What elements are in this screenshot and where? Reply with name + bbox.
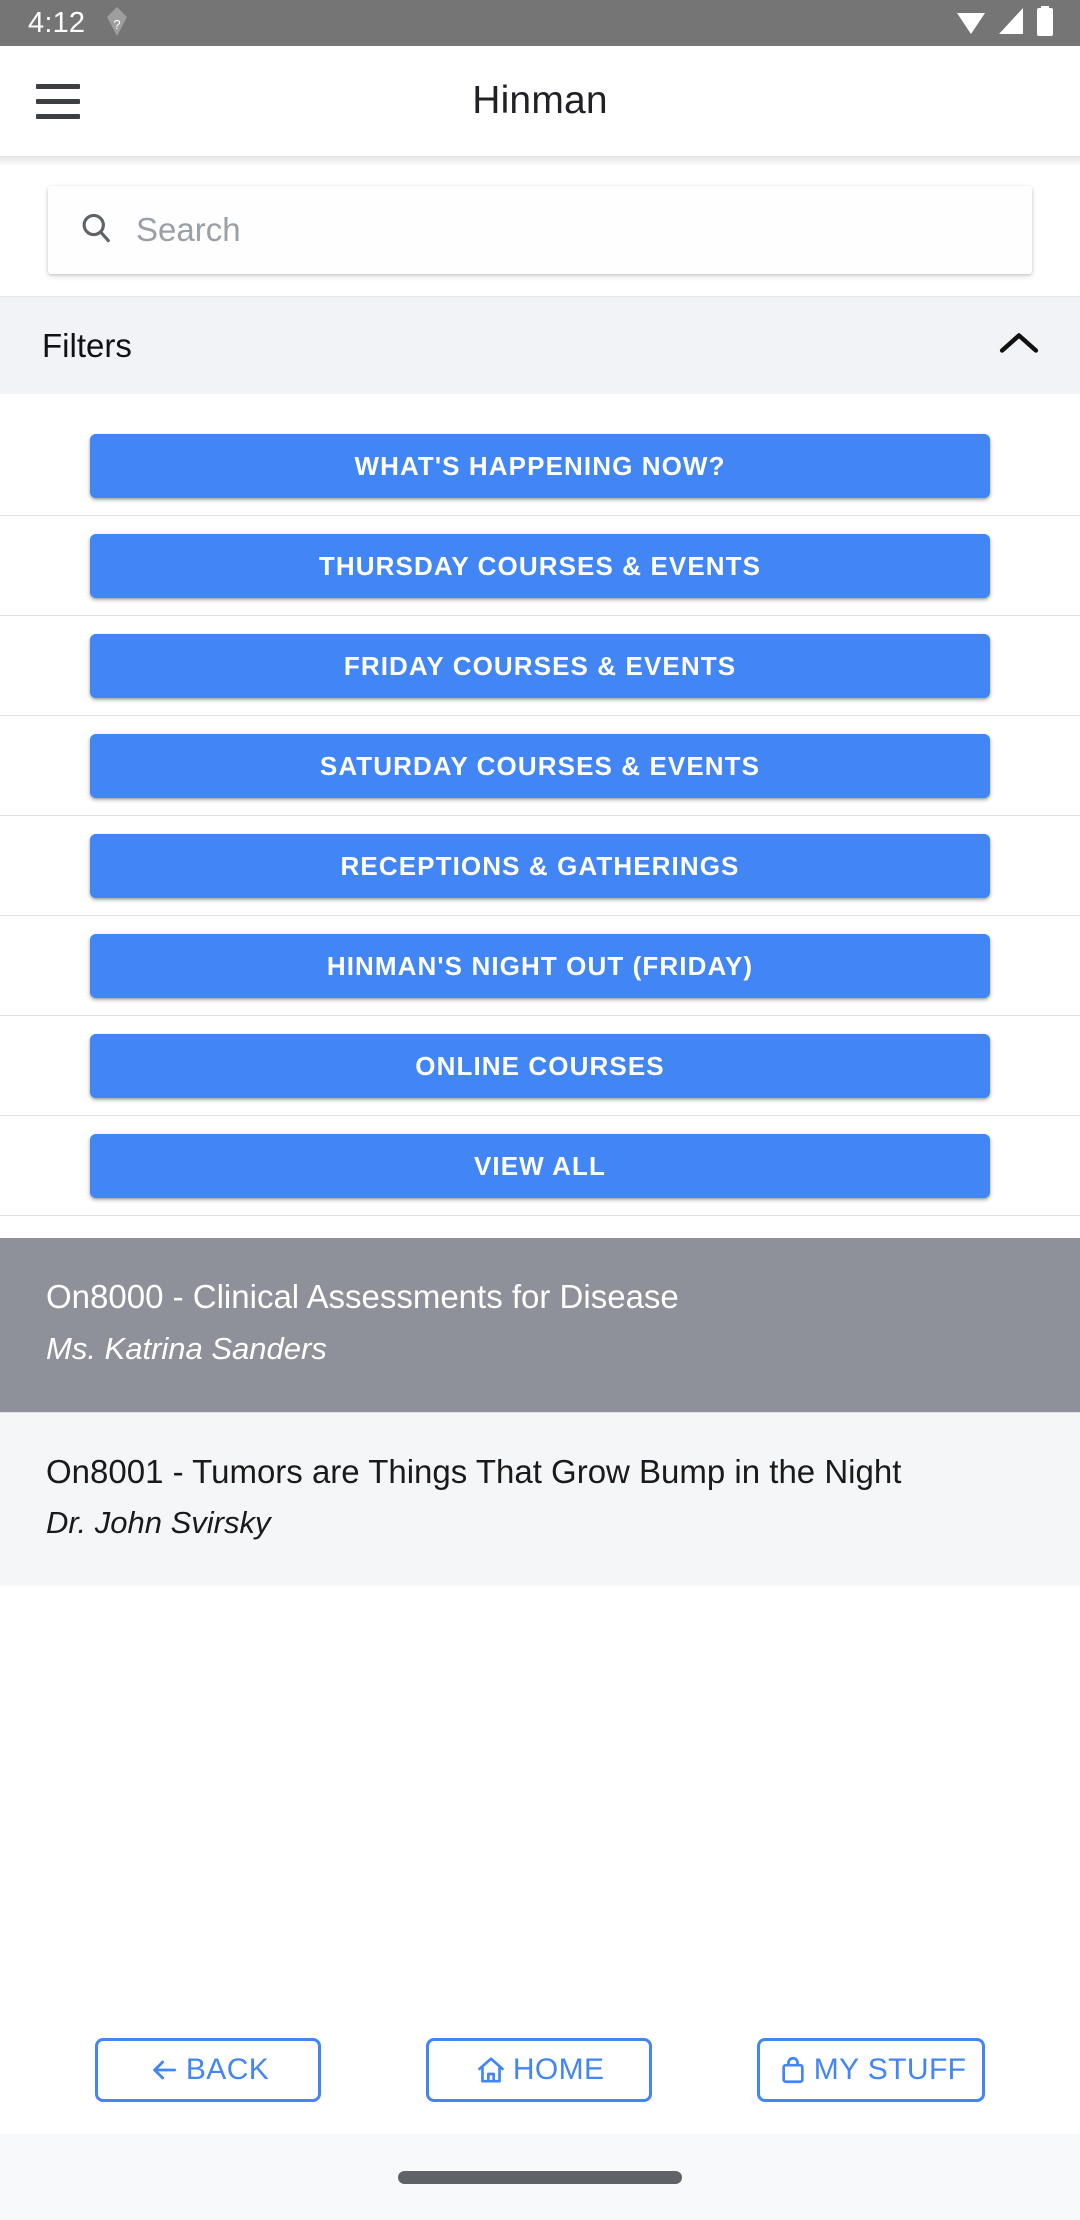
result-list: On8000 - Clinical Assessments for Diseas… [0, 1238, 1080, 1587]
filter-button-whats-happening-now[interactable]: What's Happening Now? [90, 434, 990, 498]
result-presenter: Ms. Katrina Sanders [46, 1330, 327, 1366]
result-title: On8000 - Clinical Assessments for Diseas… [46, 1278, 679, 1315]
filter-button-online-courses[interactable]: Online Courses [90, 1034, 990, 1098]
back-button[interactable]: BACK [94, 2038, 321, 2102]
system-gesture-area [0, 2134, 1080, 2220]
filter-button-list: What's Happening Now? Thursday Courses &… [0, 394, 1080, 1216]
arrow-left-icon [146, 2054, 182, 2086]
search-card[interactable] [48, 186, 1032, 274]
filter-row: Online Courses [0, 1015, 1080, 1115]
filter-row: What's Happening Now? [0, 416, 1080, 515]
status-bar: 4:12 ? [0, 0, 1080, 46]
filter-row: Saturday Courses & Events [0, 715, 1080, 815]
search-input[interactable] [136, 211, 1002, 249]
filter-row: Friday Courses & Events [0, 615, 1080, 715]
filter-button-view-all[interactable]: View All [90, 1134, 990, 1198]
filters-toggle[interactable]: Filters [0, 296, 1080, 394]
filter-row: View All [0, 1115, 1080, 1216]
app-bar: Hinman [0, 46, 1080, 156]
filters-label: Filters [42, 326, 132, 364]
search-zone [0, 156, 1080, 274]
home-icon [473, 2054, 509, 2086]
no-sim-icon: ? [103, 5, 131, 42]
status-time: 4:12 [28, 6, 86, 39]
signal-icon [997, 7, 1025, 40]
gesture-home-pill[interactable] [398, 2170, 682, 2184]
filter-button-thursday-courses-events[interactable]: Thursday Courses & Events [90, 534, 990, 598]
bottom-navigation-bar: BACK HOME MY STUFF [0, 2006, 1080, 2134]
list-item[interactable]: On8000 - Clinical Assessments for Diseas… [0, 1238, 1080, 1412]
result-title: On8001 - Tumors are Things That Grow Bum… [46, 1452, 902, 1490]
my-stuff-button-label: MY STUFF [813, 2053, 967, 2086]
list-item[interactable]: On8001 - Tumors are Things That Grow Bum… [0, 1411, 1080, 1587]
back-button-label: BACK [185, 2053, 270, 2086]
search-icon [78, 210, 114, 251]
filter-row: Hinman's Night Out (Friday) [0, 915, 1080, 1015]
filter-row: Receptions & Gatherings [0, 815, 1080, 915]
filter-button-saturday-courses-events[interactable]: Saturday Courses & Events [90, 734, 990, 798]
my-stuff-button[interactable]: MY STUFF [756, 2038, 986, 2102]
bag-icon [776, 2054, 810, 2086]
chevron-up-icon[interactable] [996, 328, 1042, 363]
home-button[interactable]: HOME [425, 2038, 652, 2102]
wifi-icon [956, 7, 986, 40]
filter-button-receptions-gatherings[interactable]: Receptions & Gatherings [90, 834, 990, 898]
hamburger-menu-icon[interactable] [10, 53, 106, 149]
page-title: Hinman [472, 79, 608, 122]
status-bar-left: 4:12 ? [28, 5, 131, 42]
filter-row: Thursday Courses & Events [0, 515, 1080, 615]
filter-panel: What's Happening Now? Thursday Courses &… [0, 394, 1080, 1587]
filter-button-friday-courses-events[interactable]: Friday Courses & Events [90, 634, 990, 698]
status-bar-right [956, 5, 1054, 41]
result-presenter: Dr. John Svirsky [46, 1505, 271, 1541]
svg-text:?: ? [114, 17, 121, 32]
home-button-label: HOME [512, 2053, 605, 2086]
filter-button-hinmans-night-out-friday[interactable]: Hinman's Night Out (Friday) [90, 934, 990, 998]
battery-icon [1036, 5, 1054, 41]
